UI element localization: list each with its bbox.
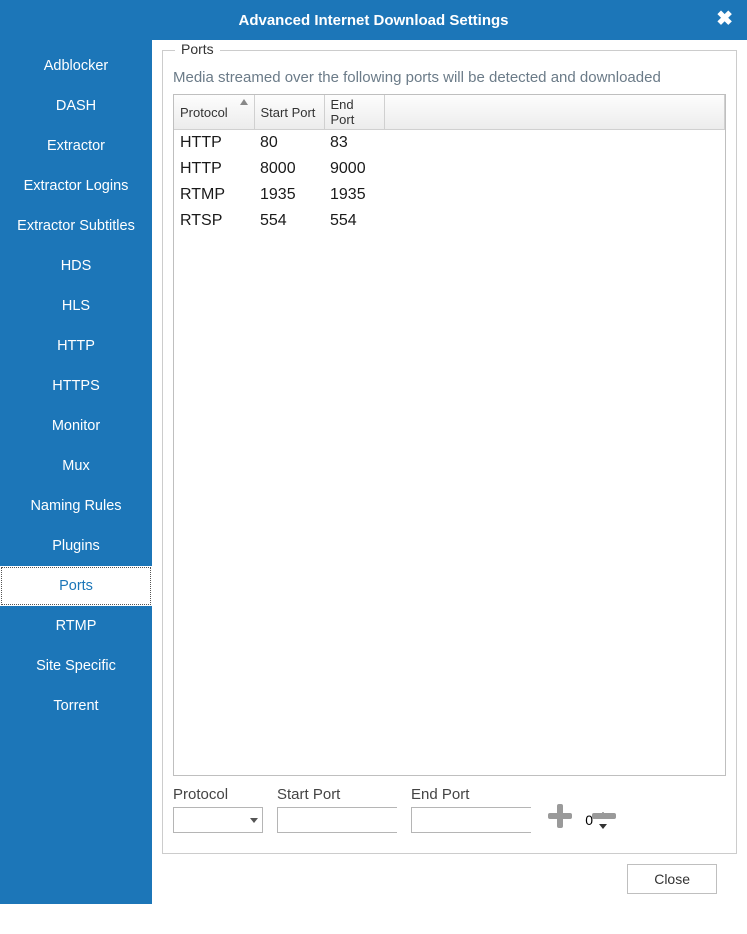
sidebar-item-site-specific[interactable]: Site Specific <box>0 646 152 686</box>
cell-start: 1935 <box>254 182 324 208</box>
table-row[interactable]: RTSP 554 554 <box>174 208 725 234</box>
cell-protocol: RTMP <box>174 182 254 208</box>
sidebar-item-http[interactable]: HTTP <box>0 326 152 366</box>
cell-end: 1935 <box>324 182 384 208</box>
chevron-down-icon <box>250 818 258 823</box>
column-header-empty <box>384 95 725 130</box>
panel-description: Media streamed over the following ports … <box>173 69 726 86</box>
cell-end: 554 <box>324 208 384 234</box>
plus-icon <box>545 801 575 831</box>
main-area: Ports Media streamed over the following … <box>152 40 747 904</box>
table-row[interactable]: RTMP 1935 1935 <box>174 182 725 208</box>
sidebar: Adblocker DASH Extractor Extractor Login… <box>0 40 152 904</box>
column-label: Protocol <box>180 105 228 120</box>
cell-protocol: HTTP <box>174 156 254 182</box>
end-port-spinner[interactable] <box>411 807 531 833</box>
ports-table: Protocol Start Port End Port HTTP 80 <box>173 94 726 776</box>
sidebar-item-mux[interactable]: Mux <box>0 446 152 486</box>
protocol-select[interactable] <box>173 807 263 833</box>
start-port-label: Start Port <box>277 786 397 803</box>
cell-protocol: HTTP <box>174 130 254 157</box>
sidebar-item-rtmp[interactable]: RTMP <box>0 606 152 646</box>
start-port-spinner[interactable] <box>277 807 397 833</box>
sidebar-item-ports[interactable]: Ports <box>0 566 152 606</box>
column-header-start-port[interactable]: Start Port <box>254 95 324 130</box>
column-header-end-port[interactable]: End Port <box>324 95 384 130</box>
sidebar-item-monitor[interactable]: Monitor <box>0 406 152 446</box>
cell-end: 9000 <box>324 156 384 182</box>
cell-start: 554 <box>254 208 324 234</box>
panel-legend: Ports <box>175 41 220 57</box>
titlebar: Advanced Internet Download Settings ✖ <box>0 0 747 40</box>
footer: Close <box>162 854 737 904</box>
cell-start: 8000 <box>254 156 324 182</box>
window-title: Advanced Internet Download Settings <box>238 12 508 29</box>
sort-ascending-icon <box>240 99 248 105</box>
cell-protocol: RTSP <box>174 208 254 234</box>
sidebar-item-hls[interactable]: HLS <box>0 286 152 326</box>
sidebar-item-hds[interactable]: HDS <box>0 246 152 286</box>
add-button[interactable] <box>545 801 575 831</box>
sidebar-item-torrent[interactable]: Torrent <box>0 686 152 726</box>
sidebar-item-plugins[interactable]: Plugins <box>0 526 152 566</box>
sidebar-item-dash[interactable]: DASH <box>0 86 152 126</box>
add-row-controls: Protocol Start Port <box>173 776 726 843</box>
cell-start: 80 <box>254 130 324 157</box>
table-row[interactable]: HTTP 80 83 <box>174 130 725 157</box>
table-row[interactable]: HTTP 8000 9000 <box>174 156 725 182</box>
column-header-protocol[interactable]: Protocol <box>174 95 254 130</box>
sidebar-item-extractor[interactable]: Extractor <box>0 126 152 166</box>
ports-panel: Ports Media streamed over the following … <box>162 50 737 854</box>
minus-icon <box>589 801 619 831</box>
end-port-label: End Port <box>411 786 531 803</box>
sidebar-item-https[interactable]: HTTPS <box>0 366 152 406</box>
close-icon[interactable]: ✖ <box>716 6 733 31</box>
close-button[interactable]: Close <box>627 864 717 894</box>
sidebar-item-adblocker[interactable]: Adblocker <box>0 46 152 86</box>
cell-end: 83 <box>324 130 384 157</box>
sidebar-item-extractor-subtitles[interactable]: Extractor Subtitles <box>0 206 152 246</box>
sidebar-item-extractor-logins[interactable]: Extractor Logins <box>0 166 152 206</box>
sidebar-item-naming-rules[interactable]: Naming Rules <box>0 486 152 526</box>
protocol-label: Protocol <box>173 786 263 803</box>
remove-button[interactable] <box>589 801 619 831</box>
